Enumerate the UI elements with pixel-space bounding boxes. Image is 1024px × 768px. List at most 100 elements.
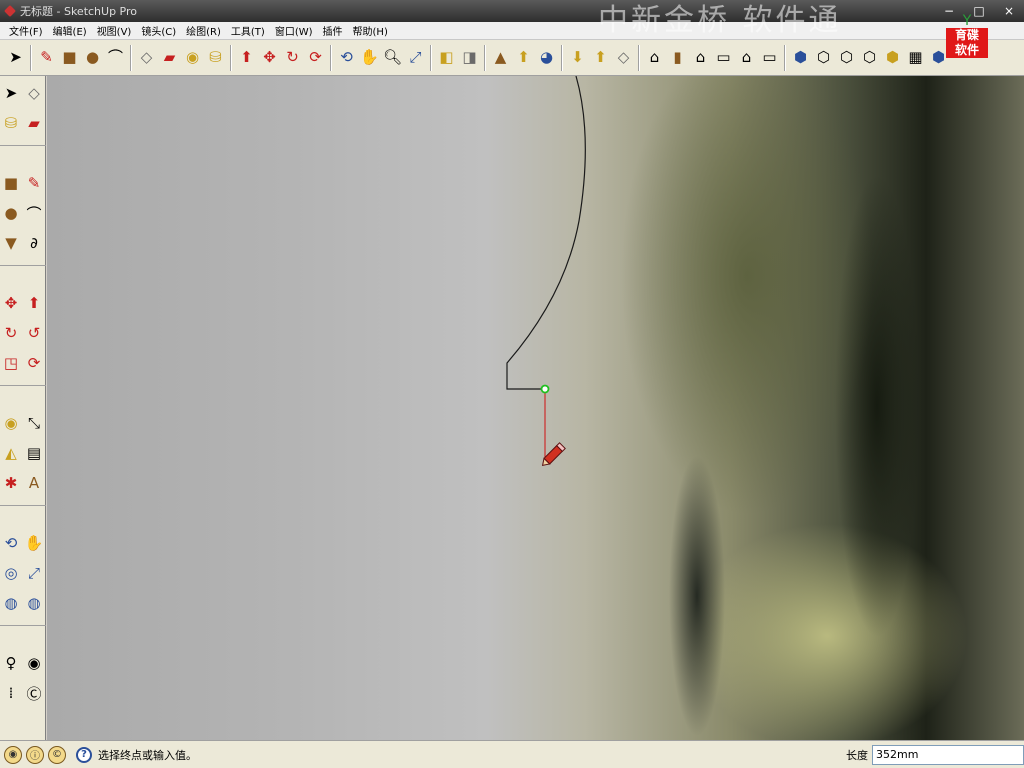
menu-view[interactable]: 视图(V) <box>92 23 137 38</box>
scale-tool-icon[interactable]: ◳ <box>0 352 22 374</box>
menu-camera[interactable]: 镜头(C) <box>136 23 181 38</box>
help-icon[interactable]: ? <box>76 746 92 763</box>
rectangle-tool-icon[interactable]: ■ <box>59 47 81 69</box>
hidden-line-style-icon[interactable]: ⬡ <box>836 47 858 69</box>
dimension-tool-icon[interactable]: ⤡ <box>23 412 45 434</box>
google-earth-icon[interactable]: ◕ <box>536 47 558 69</box>
publisher-logo: Y 育碟 软件 <box>946 14 988 60</box>
large-tool-set: ➤ ◇ ⛁ ▰ ■ ✎ ● ⌒ ▼ ∂ ✥ ⬆ ↻ ↺ ◳ ⟳ ◉ ⤡ ◭ ▤ … <box>0 76 46 740</box>
walk-tool-icon[interactable]: ⁞ <box>0 682 22 704</box>
polygon-tool-icon[interactable]: ▼ <box>0 232 22 254</box>
logo-mark-icon: Y <box>962 13 972 29</box>
view-left-icon[interactable]: ▭ <box>759 47 781 69</box>
view-front-icon[interactable]: ⌂ <box>690 47 712 69</box>
credits-icon[interactable]: ⓘ <box>26 745 44 764</box>
geo-location-icon[interactable]: ◉ <box>4 745 22 764</box>
move-tool-icon[interactable]: ✥ <box>259 47 281 69</box>
text-tool-icon[interactable]: ▤ <box>23 442 45 464</box>
3d-text-tool-icon[interactable]: A <box>23 472 45 494</box>
zoom-window-icon[interactable]: ⤢ <box>23 562 45 584</box>
toolbar-separator <box>330 44 332 71</box>
toolbar-separator <box>0 385 46 391</box>
measurements-label: 长度 <box>846 749 868 762</box>
measurements-input[interactable]: 352mm <box>872 745 1024 765</box>
get-photo-texture-icon[interactable]: ⬇ <box>567 47 589 69</box>
offset-tool-icon[interactable]: ⟳ <box>23 352 45 374</box>
view-back-icon[interactable]: ⌂ <box>736 47 758 69</box>
menu-draw[interactable]: 绘图(R) <box>181 23 226 38</box>
get-models-icon[interactable]: ▲ <box>490 47 512 69</box>
monochrome-style-icon[interactable]: ▦ <box>905 47 927 69</box>
move-tool-icon[interactable]: ✥ <box>0 292 22 314</box>
eraser-tool-icon[interactable]: ▰ <box>159 47 181 69</box>
menu-plugins[interactable]: 插件 <box>318 23 348 38</box>
toolbar-separator <box>0 265 46 271</box>
menu-file[interactable]: 文件(F) <box>4 23 48 38</box>
share-model-icon[interactable]: ⬆ <box>513 47 535 69</box>
select-tool-icon[interactable]: ➤ <box>5 47 27 69</box>
sketchup-app-icon <box>4 5 16 17</box>
toggle-terrain-icon[interactable]: ◇ <box>613 47 635 69</box>
previous-view-icon[interactable]: ◧ <box>436 47 458 69</box>
zoom-extents-icon[interactable]: ◍ <box>0 592 22 614</box>
pan-tool-icon[interactable]: ✋ <box>23 532 45 554</box>
tape-measure-icon[interactable]: ◉ <box>182 47 204 69</box>
make-component-icon[interactable]: ◇ <box>23 82 45 104</box>
select-tool-icon[interactable]: ➤ <box>0 82 22 104</box>
arc-tool-icon[interactable]: ⌒ <box>105 47 127 69</box>
tape-measure-icon[interactable]: ◉ <box>0 412 22 434</box>
position-camera-icon[interactable]: ♀ <box>0 652 22 674</box>
rotate-tool-icon[interactable]: ↻ <box>0 322 22 344</box>
next-view-icon[interactable]: ◨ <box>459 47 481 69</box>
view-iso-icon[interactable]: ⌂ <box>644 47 666 69</box>
toolbar-separator <box>784 44 786 71</box>
zoom-tool-icon[interactable]: ◎ <box>0 562 22 584</box>
menu-help[interactable]: 帮助(H) <box>348 23 393 38</box>
axes-tool-icon[interactable]: ✱ <box>0 472 22 494</box>
pan-tool-icon[interactable]: ✋ <box>359 47 381 69</box>
shaded-style-icon[interactable]: ⬡ <box>859 47 881 69</box>
freehand-tool-icon[interactable]: ∂ <box>23 232 45 254</box>
add-location-icon[interactable]: ⬆ <box>590 47 612 69</box>
menu-window[interactable]: 窗口(W) <box>270 23 318 38</box>
drawing-canvas[interactable] <box>47 76 1024 740</box>
paint-bucket-icon[interactable]: ⛁ <box>205 47 227 69</box>
circle-tool-icon[interactable]: ● <box>0 202 22 224</box>
watermark-text: 中新金桥 软件通 <box>598 3 842 38</box>
push-pull-tool-icon[interactable]: ⬆ <box>23 292 45 314</box>
toolbar-separator <box>130 44 132 71</box>
paint-bucket-icon[interactable]: ⛁ <box>0 112 22 134</box>
toolbar-separator <box>0 505 46 511</box>
arc-tool-icon[interactable]: ⌒ <box>23 202 45 224</box>
view-top-icon[interactable]: ▮ <box>667 47 689 69</box>
toolbar-separator <box>638 44 640 71</box>
protractor-tool-icon[interactable]: ◭ <box>0 442 22 464</box>
orbit-tool-icon[interactable]: ⟲ <box>336 47 358 69</box>
close-button[interactable]: × <box>994 0 1024 22</box>
rectangle-tool-icon[interactable]: ■ <box>0 172 22 194</box>
shaded-textures-style-icon[interactable]: ⬢ <box>882 47 904 69</box>
follow-me-tool-icon[interactable]: ↺ <box>23 322 45 344</box>
line-tool-icon[interactable]: ✎ <box>23 172 45 194</box>
zoom-extents-icon[interactable]: ⤢ <box>405 47 427 69</box>
measurements-box: 长度 352mm <box>846 743 1024 767</box>
wireframe-style-icon[interactable]: ⬡ <box>813 47 835 69</box>
user-account-icon[interactable]: © <box>48 745 66 764</box>
orbit-tool-icon[interactable]: ⟲ <box>0 532 22 554</box>
xray-style-icon[interactable]: ⬢ <box>790 47 812 69</box>
rotate-tool-icon[interactable]: ↻ <box>282 47 304 69</box>
line-tool-icon[interactable]: ✎ <box>36 47 58 69</box>
main-toolbar: ➤ ✎ ■ ● ⌒ ◇ ▰ ◉ ⛁ ⬆ ✥ ↻ ⟳ ⟲ ✋ 🔍︎ ⤢ ◧ ◨ ▲… <box>0 40 1024 76</box>
view-right-icon[interactable]: ▭ <box>713 47 735 69</box>
push-pull-tool-icon[interactable]: ⬆ <box>236 47 258 69</box>
make-component-icon[interactable]: ◇ <box>136 47 158 69</box>
menu-tools[interactable]: 工具(T) <box>226 23 270 38</box>
zoom-tool-icon[interactable]: 🔍︎ <box>382 47 404 69</box>
look-around-icon[interactable]: ◉ <box>23 652 45 674</box>
offset-tool-icon[interactable]: ⟳ <box>305 47 327 69</box>
eraser-tool-icon[interactable]: ▰ <box>23 112 45 134</box>
section-plane-icon[interactable]: Ⓒ <box>23 682 45 704</box>
previous-view-icon[interactable]: ◍ <box>23 592 45 614</box>
circle-tool-icon[interactable]: ● <box>82 47 104 69</box>
menu-edit[interactable]: 编辑(E) <box>48 23 92 38</box>
